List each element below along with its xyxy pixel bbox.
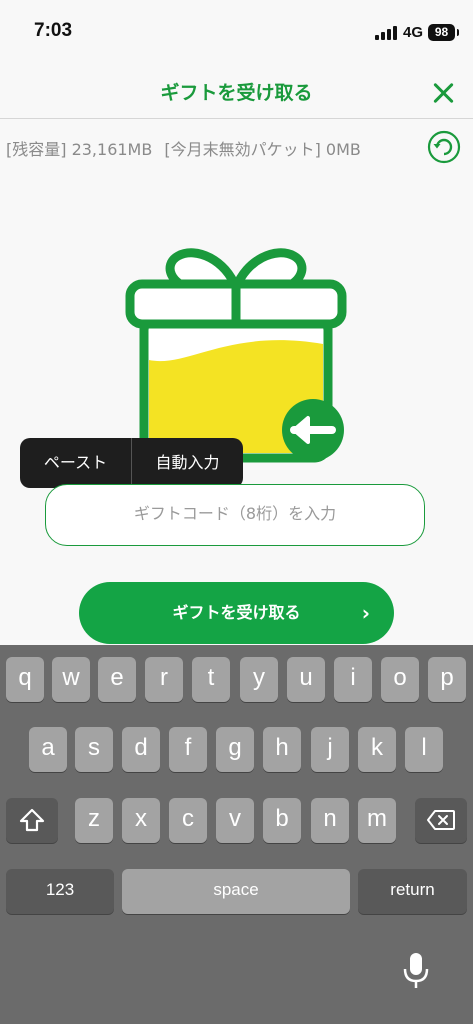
key-h[interactable]: h [263,727,301,772]
delete-key[interactable] [415,798,467,843]
close-icon[interactable] [430,80,456,106]
key-b[interactable]: b [263,798,301,843]
remaining-capacity: [残容量] 23,161MB [6,140,153,159]
key-m[interactable]: m [358,798,396,843]
shift-key[interactable] [6,798,58,843]
key-r[interactable]: r [145,657,183,702]
key-n[interactable]: n [311,798,349,843]
key-d[interactable]: d [122,727,160,772]
backspace-icon [427,810,455,830]
key-w[interactable]: w [52,657,90,702]
key-a[interactable]: a [29,727,67,772]
gift-code-input[interactable]: ギフトコード（8桁）を入力 [45,484,425,546]
chevron-right-icon: › [361,601,370,625]
key-l[interactable]: l [405,727,443,772]
page-title: ギフトを受け取る [160,82,313,104]
microphone-icon[interactable] [401,951,431,991]
key-u[interactable]: u [287,657,325,702]
signal-icon [375,26,397,40]
autofill-menu-item[interactable]: 自動入力 [132,438,243,488]
key-p[interactable]: p [428,657,466,702]
return-key[interactable]: return [358,869,467,914]
paste-menu-item[interactable]: ペースト [20,438,132,488]
key-s[interactable]: s [75,727,113,772]
key-z[interactable]: z [75,798,113,843]
month-end-invalid-packets: [今月末無効パケット] 0MB [164,140,361,159]
receive-button-label: ギフトを受け取る [172,603,301,622]
key-x[interactable]: x [122,798,160,843]
key-y[interactable]: y [240,657,278,702]
network-type: 4G [403,24,424,41]
key-q[interactable]: q [6,657,44,702]
space-key[interactable]: space [122,869,350,914]
key-c[interactable]: c [169,798,207,843]
status-time: 7:03 [34,20,73,41]
status-bar: 7:03 4G 98 [0,0,473,64]
shift-icon [19,808,45,832]
key-j[interactable]: j [311,727,349,772]
key-v[interactable]: v [216,798,254,843]
key-i[interactable]: i [334,657,372,702]
numbers-key[interactable]: 123 [6,869,114,914]
paste-context-menu: ペースト 自動入力 [20,438,243,495]
nav-header: ギフトを受け取る [0,64,473,119]
battery-icon: 98 [428,24,459,41]
refresh-icon[interactable] [427,130,461,164]
key-t[interactable]: t [192,657,230,702]
receive-gift-button[interactable]: ギフトを受け取る › [79,582,394,644]
key-o[interactable]: o [381,657,419,702]
key-k[interactable]: k [358,727,396,772]
key-e[interactable]: e [98,657,136,702]
key-f[interactable]: f [169,727,207,772]
data-capacity-info: [残容量] 23,161MB [今月末無効パケット] 0MB [6,136,373,160]
key-g[interactable]: g [216,727,254,772]
